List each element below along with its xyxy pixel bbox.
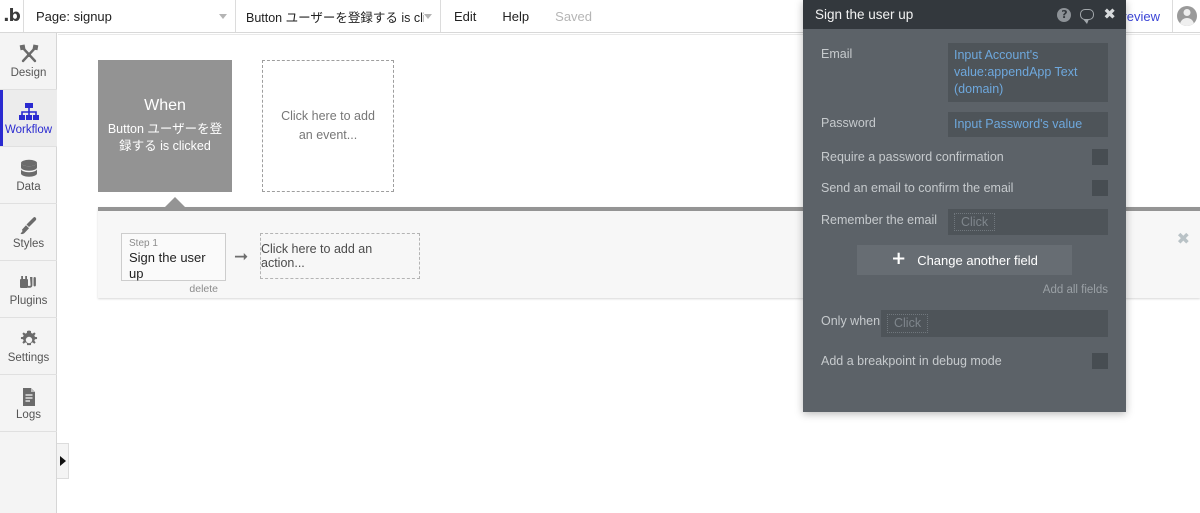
question-circle-icon[interactable]: ? bbox=[1057, 7, 1072, 22]
design-tools-icon bbox=[18, 43, 40, 67]
sidebar-item-styles-label: Styles bbox=[12, 237, 45, 250]
close-icon[interactable]: ✖ bbox=[1177, 231, 1190, 247]
change-another-field-label: Change another field bbox=[917, 252, 1038, 268]
change-another-field-button[interactable]: + Change another field bbox=[857, 245, 1072, 276]
dialog-title: Sign the user up bbox=[815, 7, 914, 22]
database-icon bbox=[18, 157, 40, 181]
sidebar-item-plugins-label: Plugins bbox=[9, 294, 48, 307]
left-sidebar: Design Workflow Data Styles Plugins Sett… bbox=[0, 33, 69, 513]
add-all-fields-link[interactable]: Add all fields bbox=[821, 284, 1108, 296]
workflow-tree-icon bbox=[18, 100, 40, 124]
workflow-event-block[interactable]: When Button ユーザーを登録する is clicked bbox=[98, 60, 232, 192]
app-logo[interactable]: .b bbox=[0, 0, 24, 32]
chevron-down-icon bbox=[219, 13, 227, 19]
add-action-placeholder-label: Click here to add an action... bbox=[261, 242, 373, 270]
sidebar-item-data-label: Data bbox=[16, 180, 41, 193]
field-row-only-when: Only when Click bbox=[821, 310, 1108, 338]
field-row-remember-email: Remember the email Click bbox=[821, 208, 1108, 236]
field-value-remember-email[interactable]: Click bbox=[948, 208, 1108, 236]
checkbox-label-send-email: Send an email to confirm the email bbox=[821, 180, 1014, 195]
document-lines-icon bbox=[18, 385, 40, 409]
sidebar-item-logs[interactable]: Logs bbox=[0, 375, 57, 432]
b-logo-icon: .b bbox=[3, 5, 21, 26]
dialog-header: Sign the user up ? ✖ bbox=[803, 0, 1126, 29]
page-selector[interactable]: Page: signup bbox=[24, 0, 236, 32]
checkbox-row-send-email[interactable]: Send an email to confirm the email bbox=[821, 178, 1108, 198]
sidebar-item-logs-label: Logs bbox=[16, 408, 41, 421]
dialog-header-icons: ? ✖ bbox=[1057, 7, 1118, 24]
checkbox-require-confirmation[interactable] bbox=[1092, 148, 1108, 165]
dialog-body: Email Input Account's value:appendApp Te… bbox=[803, 29, 1126, 412]
add-action-placeholder[interactable]: Click here to add an action... bbox=[260, 233, 420, 279]
avatar bbox=[1176, 6, 1197, 26]
chevron-down-icon bbox=[424, 13, 432, 19]
page-selector-label: Page: signup bbox=[36, 8, 112, 24]
workflow-selector[interactable]: Button ユーザーを登録する is clic... bbox=[236, 0, 441, 32]
plug-icon bbox=[18, 271, 40, 295]
sidebar-item-styles[interactable]: Styles bbox=[0, 204, 57, 261]
menu-help[interactable]: Help bbox=[489, 0, 542, 32]
checkbox-breakpoint[interactable] bbox=[1092, 353, 1108, 370]
sidebar-item-design-label: Design bbox=[10, 66, 47, 79]
checkbox-row-require-confirmation[interactable]: Require a password confirmation bbox=[821, 147, 1108, 167]
workflow-selector-label: Button ユーザーを登録する is clic... bbox=[246, 10, 424, 25]
add-all-fields-label: Add all fields bbox=[1042, 284, 1108, 297]
plus-icon: + bbox=[891, 248, 907, 270]
menu-edit-label: Edit bbox=[454, 8, 477, 24]
sidebar-item-settings-label: Settings bbox=[7, 351, 50, 364]
triangle-right-icon bbox=[59, 456, 66, 466]
action-step-number: Step 1 bbox=[129, 238, 158, 249]
sidebar-item-settings[interactable]: Settings bbox=[0, 318, 57, 375]
field-value-password[interactable]: Input Password's value bbox=[948, 111, 1108, 137]
action-property-dialog: Sign the user up ? ✖ Email Input Account… bbox=[803, 0, 1126, 412]
action-step-delete[interactable]: delete bbox=[129, 283, 218, 296]
paintbrush-icon bbox=[18, 214, 40, 238]
event-when-title: When bbox=[144, 97, 186, 115]
event-when-subtitle: Button ユーザーを登録する is clicked bbox=[107, 122, 223, 153]
field-label-remember-email: Remember the email bbox=[821, 212, 938, 227]
add-event-placeholder[interactable]: Click here to add an event... bbox=[262, 60, 394, 192]
sidebar-item-workflow[interactable]: Workflow bbox=[0, 90, 57, 147]
field-row-email: Email Input Account's value:appendApp Te… bbox=[821, 43, 1108, 102]
field-label-only-when: Only when bbox=[821, 314, 881, 329]
gear-icon bbox=[18, 328, 40, 352]
checkbox-row-breakpoint[interactable]: Add a breakpoint in debug mode bbox=[821, 351, 1108, 371]
panel-caret-icon bbox=[164, 197, 186, 208]
checkbox-label-breakpoint: Add a breakpoint in debug mode bbox=[821, 354, 1002, 369]
arrow-right-icon: ➞ bbox=[234, 247, 249, 267]
save-status-label: Saved bbox=[555, 8, 593, 24]
field-value-only-when[interactable]: Click bbox=[881, 310, 1108, 338]
sidebar-item-data[interactable]: Data bbox=[0, 147, 57, 204]
sidebar-item-workflow-label: Workflow bbox=[4, 123, 53, 136]
field-value-email[interactable]: Input Account's value:appendApp Text (do… bbox=[948, 43, 1108, 102]
sidebar-item-plugins[interactable]: Plugins bbox=[0, 261, 57, 318]
sidebar-expand-handle[interactable] bbox=[57, 443, 69, 479]
action-step-title: Sign the user up bbox=[129, 250, 206, 282]
save-status: Saved bbox=[542, 0, 605, 32]
close-icon[interactable]: ✖ bbox=[1103, 7, 1118, 22]
add-event-placeholder-label: Click here to add an event... bbox=[281, 109, 375, 142]
checkbox-send-email[interactable] bbox=[1092, 179, 1108, 196]
dialog-section-gap bbox=[821, 296, 1108, 310]
field-placeholder-remember-email: Click bbox=[954, 212, 996, 232]
menu-help-label: Help bbox=[502, 8, 530, 24]
bubble-editor-window: .b Page: signup Button ユーザーを登録する is clic… bbox=[0, 0, 1200, 513]
sidebar-item-design[interactable]: Design bbox=[0, 33, 57, 90]
action-step-1[interactable]: Step 1 Sign the user up delete bbox=[121, 233, 226, 295]
checkbox-label-require-confirmation: Require a password confirmation bbox=[821, 149, 1004, 164]
user-menu[interactable] bbox=[1172, 0, 1200, 32]
field-label-password: Password bbox=[821, 115, 876, 130]
menu-edit[interactable]: Edit bbox=[441, 0, 489, 32]
speech-bubble-icon[interactable] bbox=[1080, 9, 1095, 24]
field-label-email: Email bbox=[821, 47, 853, 61]
field-row-password: Password Input Password's value bbox=[821, 111, 1108, 137]
field-placeholder-only-when: Click bbox=[887, 314, 929, 334]
